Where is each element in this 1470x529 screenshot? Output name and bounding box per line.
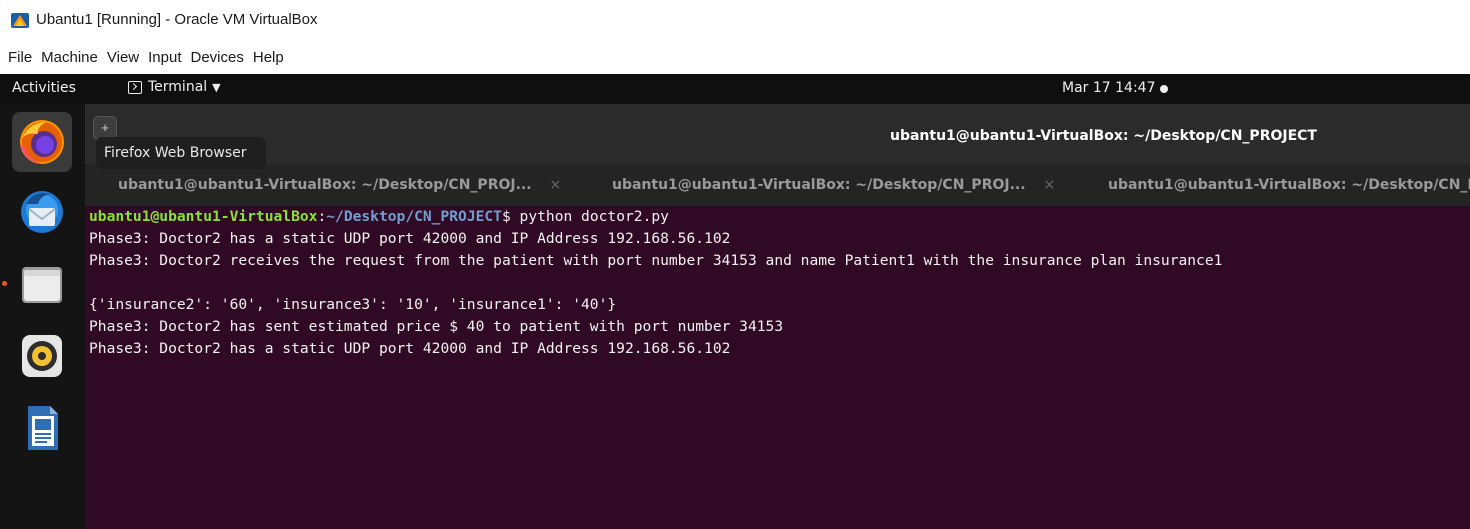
prompt-separator: : bbox=[317, 208, 327, 225]
files-icon bbox=[22, 267, 62, 303]
tab-close-icon[interactable]: × bbox=[550, 177, 562, 193]
clock[interactable]: Mar 17 14:47 bbox=[1062, 80, 1155, 96]
plus-icon: + bbox=[101, 120, 109, 135]
terminal-tab[interactable]: ubantu1@ubantu1-VirtualBox: ~/Desktop/CN… bbox=[1108, 164, 1470, 206]
output-line: {'insurance2': '60', 'insurance3': '10',… bbox=[89, 296, 617, 313]
tab-label: ubantu1@ubantu1-VirtualBox: ~/Desktop/CN… bbox=[1108, 177, 1470, 193]
output-line: Phase3: Doctor2 has sent estimated price… bbox=[89, 318, 784, 335]
terminal-icon bbox=[128, 80, 142, 94]
menu-file[interactable]: File bbox=[8, 49, 32, 66]
prompt-user: ubantu1@ubantu1-VirtualBox bbox=[89, 208, 318, 225]
thunderbird-icon bbox=[21, 191, 63, 233]
running-indicator-icon bbox=[2, 281, 7, 286]
activities-button[interactable]: Activities bbox=[12, 80, 76, 96]
terminal-tab[interactable]: ubantu1@ubantu1-VirtualBox: ~/Desktop/CN… bbox=[118, 164, 618, 206]
dock-item-thunderbird[interactable] bbox=[12, 182, 72, 242]
tab-close-icon[interactable]: × bbox=[1044, 177, 1056, 193]
menu-view[interactable]: View bbox=[107, 49, 139, 66]
menu-help[interactable]: Help bbox=[253, 49, 284, 66]
dock-item-rhythmbox[interactable] bbox=[12, 326, 72, 386]
terminal-tabbar: ubantu1@ubantu1-VirtualBox: ~/Desktop/CN… bbox=[85, 164, 1470, 206]
virtualbox-logo-icon bbox=[11, 13, 29, 28]
vbox-titlebar: Ubantu1 [Running] - Oracle VM VirtualBox bbox=[0, 0, 1470, 40]
rhythmbox-icon bbox=[22, 335, 62, 377]
prompt-line: ubantu1@ubantu1-VirtualBox:~/Desktop/CN_… bbox=[89, 206, 1470, 228]
terminal-output[interactable]: ubantu1@ubantu1-VirtualBox:~/Desktop/CN_… bbox=[85, 206, 1470, 529]
terminal-title: ubantu1@ubantu1-VirtualBox: ~/Desktop/CN… bbox=[890, 128, 1317, 144]
notification-dot-icon bbox=[1160, 85, 1168, 93]
menu-input[interactable]: Input bbox=[148, 49, 181, 66]
app-menu-terminal[interactable]: Terminal ▼ bbox=[128, 79, 221, 95]
terminal-tab[interactable]: ubantu1@ubantu1-VirtualBox: ~/Desktop/CN… bbox=[612, 164, 1112, 206]
libreoffice-writer-icon bbox=[28, 406, 58, 450]
prompt-path: ~/Desktop/CN_PROJECT bbox=[326, 208, 502, 225]
tab-label: ubantu1@ubantu1-VirtualBox: ~/Desktop/CN… bbox=[118, 177, 532, 193]
caret-down-icon: ▼ bbox=[212, 80, 221, 94]
window-title: Ubantu1 [Running] - Oracle VM VirtualBox bbox=[36, 11, 318, 28]
output-line: Phase3: Doctor2 has a static UDP port 42… bbox=[89, 340, 731, 357]
gnome-top-panel: Activities Terminal ▼ Mar 17 14:47 bbox=[0, 74, 1470, 104]
dock-item-files[interactable] bbox=[12, 254, 72, 314]
dock bbox=[0, 104, 85, 529]
dock-tooltip: Firefox Web Browser bbox=[96, 137, 266, 169]
vbox-menubar: File Machine View Input Devices Help bbox=[0, 40, 1470, 74]
prompt-command: $ python doctor2.py bbox=[501, 208, 669, 225]
app-menu-label: Terminal bbox=[148, 79, 208, 95]
firefox-icon bbox=[20, 120, 64, 164]
output-line: Phase3: Doctor2 receives the request fro… bbox=[89, 252, 1223, 269]
menu-machine[interactable]: Machine bbox=[41, 49, 98, 66]
dock-item-writer[interactable] bbox=[12, 398, 72, 458]
tab-label: ubantu1@ubantu1-VirtualBox: ~/Desktop/CN… bbox=[612, 177, 1026, 193]
menu-devices[interactable]: Devices bbox=[191, 49, 244, 66]
terminal-headerbar: + ubantu1@ubantu1-VirtualBox: ~/Desktop/… bbox=[85, 104, 1470, 164]
output-line: Phase3: Doctor2 has a static UDP port 42… bbox=[89, 230, 731, 247]
dock-item-firefox[interactable] bbox=[12, 112, 72, 172]
guest-display: Activities Terminal ▼ Mar 17 14:47 + uba… bbox=[0, 74, 1470, 529]
